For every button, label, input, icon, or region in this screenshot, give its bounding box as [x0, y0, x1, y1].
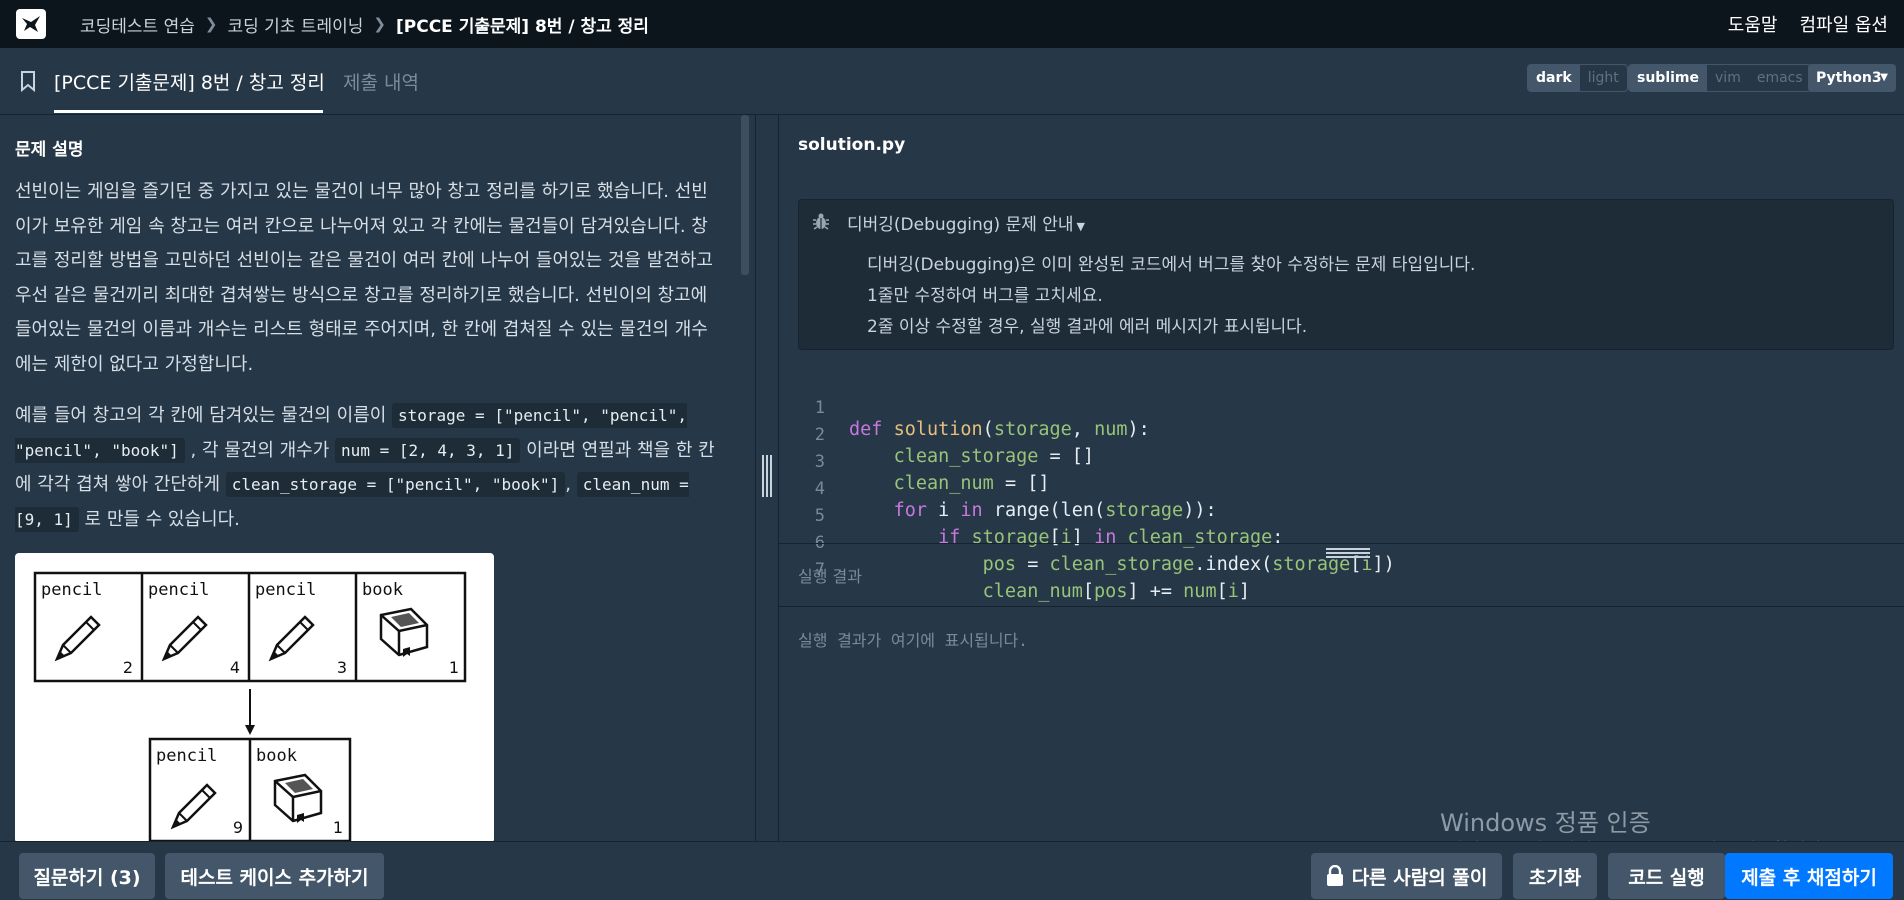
theme-toggle: dark light [1527, 64, 1628, 92]
result-title: 실행 결과 [798, 567, 862, 586]
caret-down-icon: ▼ [1076, 220, 1086, 233]
result-separator [779, 543, 1904, 544]
debug-notice: 디버깅(Debugging) 문제 안내 ▼ 디버깅(Debugging)은 이미… [798, 199, 1894, 350]
language-select-value: Python3 [1816, 70, 1882, 86]
cell-count: 9 [233, 818, 243, 837]
notice-title-text: 디버깅(Debugging) 문제 안내 [847, 215, 1074, 235]
cell-count: 1 [333, 818, 343, 837]
cell-label: book [362, 580, 403, 600]
language-select[interactable]: Python3 ▼ [1808, 64, 1896, 92]
lock-icon [1326, 865, 1343, 886]
tab-bar: [PCCE 기출문제] 8번 / 창고 정리 제출 내역 dark light … [0, 48, 1904, 115]
keymap-toggle: sublime vim emacs [1628, 64, 1812, 92]
bug-icon [813, 213, 829, 230]
pencil-icon [269, 615, 315, 661]
add-testcase-button[interactable]: 테스트 케이스 추가하기 [165, 853, 384, 899]
code-num: num = [2, 4, 3, 1] [335, 437, 521, 463]
result-output: 실행 결과가 여기에 표시됩니다. [798, 631, 1028, 650]
text: 예를 들어 창고의 각 칸에 담겨있는 물건의 이름이 [15, 405, 387, 426]
notice-line: 1줄만 수정하여 버그를 고치세요. [867, 286, 1103, 306]
breadcrumb-item-practice[interactable]: 코딩테스트 연습 [80, 12, 195, 37]
cell-count: 4 [230, 658, 240, 677]
tab-submissions[interactable]: 제출 내역 [343, 66, 419, 100]
breadcrumb: 코딩테스트 연습 ❯ 코딩 기초 트레이닝 ❯ [PCCE 기출문제] 8번 /… [80, 12, 649, 37]
storage-diagram: pencil pencil pencil book 2 4 3 1 pencil… [33, 571, 467, 841]
pencil-icon [55, 615, 101, 661]
notice-line: 디버깅(Debugging)은 이미 완성된 코드에서 버그를 찾아 수정하는 … [867, 255, 1476, 275]
bottom-action-bar: 질문하기 (3) 테스트 케이스 추가하기 다른 사람의 풀이 초기화 코드 실… [0, 841, 1904, 900]
breadcrumb-item-current: [PCCE 기출문제] 8번 / 창고 정리 [395, 16, 649, 37]
run-code-button[interactable]: 코드 실행 [1608, 853, 1725, 899]
submit-button[interactable]: 제출 후 채점하기 [1725, 853, 1893, 899]
cell-count: 3 [337, 658, 347, 677]
debug-notice-toggle[interactable]: 디버깅(Debugging) 문제 안내 ▼ [847, 210, 1085, 235]
example-figure: pencil pencil pencil book 2 4 3 1 pencil… [15, 553, 494, 841]
cell-label: pencil [255, 580, 316, 600]
panel-divider[interactable] [755, 115, 779, 841]
others-solution-button[interactable]: 다른 사람의 풀이 [1311, 853, 1502, 899]
pencil-icon [171, 783, 217, 829]
section-title: 문제 설명 [15, 140, 84, 160]
problem-paragraph-2: 예를 들어 창고의 각 칸에 담겨있는 물건의 이름이 storage = ["… [15, 399, 723, 537]
code-clean-storage: clean_storage = ["pencil", "book"] [225, 472, 566, 497]
book-icon [379, 607, 429, 659]
code-line: 4 for i in range(len(storage)): [779, 458, 1217, 521]
tab-problem[interactable]: [PCCE 기출문제] 8번 / 창고 정리 [54, 66, 325, 112]
code-line: 6 pos = clean_storage.index(storage[i]) [779, 512, 1395, 575]
cell-label: pencil [148, 580, 209, 600]
caret-down-icon: ▼ [1880, 72, 1888, 83]
top-nav: 코딩테스트 연습 ❯ 코딩 기초 트레이닝 ❯ [PCCE 기출문제] 8번 /… [0, 0, 1904, 48]
help-link[interactable]: 도움말 [1728, 11, 1778, 37]
problem-panel: 문제 설명 선빈이는 게임을 즐기던 중 가지고 있는 물건이 너무 많아 창고… [0, 115, 755, 841]
code-editor[interactable]: 1 def solution(storage, num): 2 clean_st… [779, 365, 1904, 659]
code-line: 5 if storage[i] in clean_storage: [779, 485, 1284, 548]
question-button[interactable]: 질문하기 (3) [19, 853, 155, 899]
tab-active-indicator [54, 110, 323, 113]
text: , [565, 474, 572, 495]
drag-handle-icon [762, 455, 772, 497]
resize-handle-icon[interactable] [1326, 546, 1370, 560]
reset-button[interactable]: 초기화 [1513, 853, 1597, 899]
cell-count: 1 [449, 658, 459, 677]
cell-label: book [256, 746, 297, 766]
cell-count: 2 [123, 658, 133, 677]
logo[interactable] [16, 9, 46, 39]
editor-panel: solution.py 디버깅(Debugging) 문제 안내 ▼ 디버깅(De… [779, 115, 1904, 841]
breadcrumb-item-training[interactable]: 코딩 기초 트레이닝 [227, 12, 363, 37]
notice-line: 2줄 이상 수정할 경우, 실행 결과에 에러 메시지가 표시됩니다. [867, 317, 1308, 337]
problem-paragraph-1: 선빈이는 게임을 즐기던 중 가지고 있는 물건이 너무 많아 창고 정리를 하… [15, 181, 713, 375]
file-name: solution.py [798, 135, 906, 155]
theme-light-option[interactable]: light [1580, 65, 1627, 91]
code-line: 2 clean_storage = [] [779, 404, 1094, 467]
chevron-right-icon: ❯ [204, 15, 218, 33]
text: 로 만들 수 있습니다. [84, 508, 240, 530]
keymap-sublime-option[interactable]: sublime [1629, 65, 1708, 91]
theme-dark-option[interactable]: dark [1528, 65, 1580, 91]
book-icon [273, 773, 323, 825]
cell-label: pencil [156, 746, 217, 766]
keymap-vim-option[interactable]: vim [1707, 65, 1749, 91]
code-line: 3 clean_num = [] [779, 431, 1050, 494]
chevron-right-icon: ❯ [373, 15, 386, 33]
keymap-emacs-option[interactable]: emacs [1749, 65, 1811, 91]
pencil-icon [162, 615, 208, 661]
cell-label: pencil [41, 580, 102, 600]
others-solution-label: 다른 사람의 풀이 [1351, 866, 1488, 889]
divider [779, 606, 1904, 607]
compile-options-link[interactable]: 컴파일 옵션 [1799, 11, 1888, 37]
windows-activation-title: Windows 정품 인증 [1440, 809, 1651, 837]
bookmark-icon[interactable] [18, 70, 38, 92]
logo-icon [22, 16, 40, 32]
text: , 각 물건의 개수가 [190, 439, 330, 461]
problem-scrollbar[interactable] [741, 115, 749, 275]
code-line: 1 def solution(storage, num): [779, 377, 1150, 440]
